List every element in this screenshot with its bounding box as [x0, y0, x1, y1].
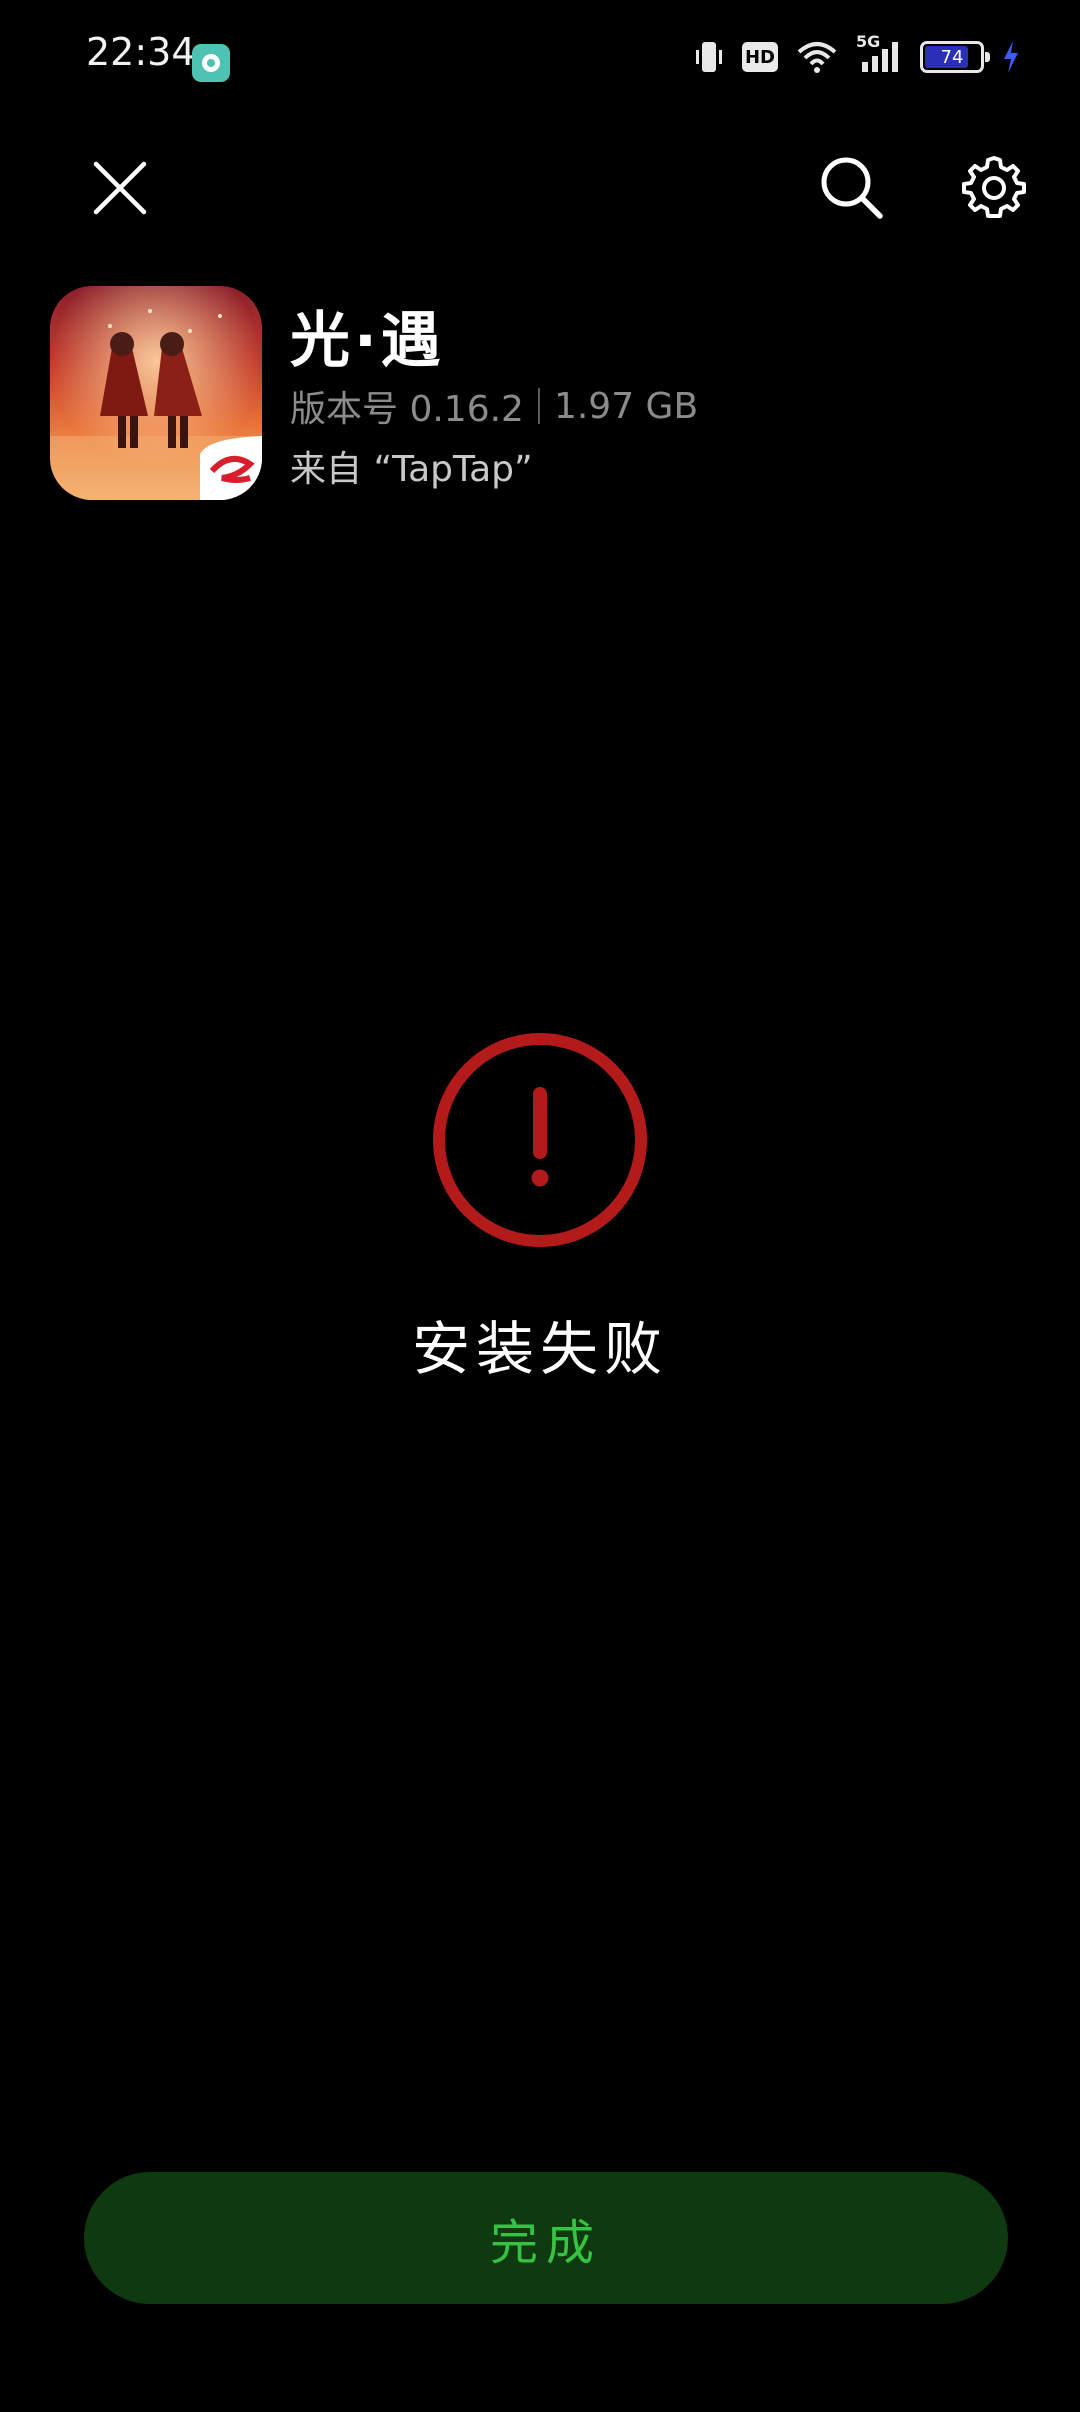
gear-icon: [962, 156, 1026, 218]
done-button[interactable]: 完成: [84, 2172, 1008, 2304]
search-icon: [821, 157, 883, 219]
network-type-label: 5G: [856, 32, 881, 51]
battery-level: 74: [940, 46, 964, 68]
app-version-line: 版本号 0.16.2 1.97 GB: [290, 380, 698, 432]
status-indicators: HD 5G 74: [694, 32, 1020, 74]
app-icon: [50, 286, 262, 500]
version-size-divider: [537, 388, 540, 424]
battery-indicator: 74: [920, 41, 990, 73]
notification-app-icon: [192, 44, 230, 82]
vibrate-icon: [694, 40, 724, 74]
app-version: 版本号 0.16.2: [290, 389, 524, 430]
error-circle-icon: [430, 1030, 650, 1250]
status-time: 22:34: [86, 30, 196, 74]
search-button[interactable]: [810, 146, 894, 230]
app-size: 1.97 GB: [553, 385, 699, 427]
close-button[interactable]: [80, 148, 160, 228]
cellular-signal-icon: 5G: [856, 32, 902, 74]
app-name: 光·遇: [290, 306, 445, 376]
close-icon: [93, 161, 147, 215]
status-bar: 22:34 HD 5G 74: [0, 0, 1080, 120]
hd-badge: HD: [742, 42, 778, 72]
wifi-icon: [796, 40, 838, 74]
app-source: 来自 “TapTap”: [290, 449, 533, 490]
install-status-title: 安装失败: [411, 1315, 668, 1383]
settings-button[interactable]: [952, 146, 1036, 230]
charging-icon: [1002, 40, 1020, 74]
